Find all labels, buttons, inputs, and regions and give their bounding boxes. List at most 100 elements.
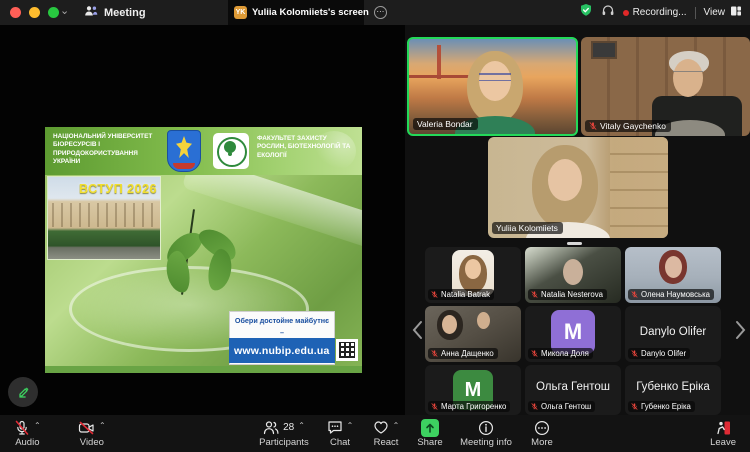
participant-name-label: Vitaly Gaychenko: [585, 120, 671, 132]
participant-name: Natalia Nesterova: [541, 290, 603, 299]
divider: [695, 7, 696, 19]
gallery-prev-button[interactable]: [409, 315, 425, 345]
participants-label: Participants: [259, 437, 309, 448]
gallery-tile-marta-hryhorenko[interactable]: M Марта Григоренко: [425, 365, 521, 415]
video-options-chevron[interactable]: ⌃: [99, 421, 106, 430]
video-button[interactable]: ⌃ Video: [78, 419, 106, 448]
heart-icon: [373, 420, 389, 435]
chevron-left-icon: [412, 320, 423, 340]
gallery-next-button[interactable]: [732, 315, 748, 345]
gallery-tile-olena-naumovska[interactable]: Олена Наумовська: [625, 247, 721, 303]
building-windows: [52, 203, 156, 227]
meeting-info-button[interactable]: Meeting info: [450, 419, 522, 448]
gallery-tile-anna-dashchenko[interactable]: Анна Дащенко: [425, 306, 521, 362]
participant-name: Vitaly Gaychenko: [600, 121, 666, 131]
participant-video: [665, 256, 682, 278]
gallery-tile-danylo-olifer[interactable]: Danylo Olifer Danylo Olifer: [625, 306, 721, 362]
participant-name-label: Марта Григоренко: [428, 401, 510, 412]
room-background: [610, 137, 668, 238]
close-window-button[interactable]: [10, 7, 21, 18]
leave-door-icon: [715, 420, 732, 436]
share-button[interactable]: Share: [410, 419, 450, 448]
campus-building-photo: ВСТУП 2026: [48, 177, 160, 259]
participant-name: Danylo Olifer: [641, 349, 686, 358]
headphones-icon: [601, 4, 615, 22]
participants-group-icon: [84, 5, 98, 20]
participant-name: Ольга Гентош: [541, 402, 591, 411]
meeting-info-label: Meeting info: [460, 437, 512, 448]
muted-mic-icon: [631, 291, 638, 298]
muted-mic-icon: [631, 350, 638, 357]
minimize-window-button[interactable]: [29, 7, 40, 18]
tab-shared-screen[interactable]: YK Yuliia Kolomiiets's screen ⋯: [228, 0, 364, 25]
recording-indicator: Recording...: [623, 7, 687, 18]
video-tile-vitaly-gaychenko[interactable]: Vitaly Gaychenko: [581, 37, 750, 136]
chevron-right-icon: [735, 320, 746, 340]
participant-name-label: Yuliia Kolomiiets: [492, 222, 563, 234]
annotate-button[interactable]: [8, 377, 38, 407]
participant-name-label: Natalia Nesterova: [528, 289, 607, 300]
muted-mic-icon: [531, 403, 538, 410]
chat-options-chevron[interactable]: ⌃: [347, 421, 354, 430]
zoom-meeting-window: ⌄ Meeting YK Yuliia Kolomiiets's screen …: [0, 0, 750, 452]
view-button[interactable]: View: [704, 5, 743, 20]
presentation-slide: НАЦІОНАЛЬНИЙ УНІВЕРСИТЕТ БІОРЕСУРСІВ І П…: [45, 127, 362, 373]
video-tile-yuliia-kolomiiets[interactable]: Yuliia Kolomiiets: [488, 137, 668, 238]
chat-button[interactable]: ⌃ Chat: [318, 419, 362, 448]
qr-code: [336, 339, 358, 361]
participants-options-chevron[interactable]: ⌃: [298, 421, 305, 430]
muted-mic-icon: [431, 350, 438, 357]
chat-label: Chat: [330, 437, 350, 448]
video-tile-valeria-bondar[interactable]: Valeria Bondar: [407, 37, 578, 136]
security-shield-icon[interactable]: [579, 3, 593, 22]
virtual-background: [437, 45, 441, 79]
pencil-icon: [15, 384, 31, 400]
screen-tab-label: Yuliia Kolomiiets's screen: [252, 7, 369, 18]
tab-options-button[interactable]: ⋯: [374, 6, 387, 19]
react-button[interactable]: ⌃ React: [362, 419, 410, 448]
gallery-drag-handle[interactable]: [567, 242, 582, 245]
share-screen-icon: [421, 419, 439, 437]
leave-label: Leave: [710, 437, 736, 448]
tab-meeting[interactable]: Meeting: [84, 0, 146, 25]
audio-options-chevron[interactable]: ⌃: [34, 421, 41, 430]
meeting-content: НАЦІОНАЛЬНИЙ УНІВЕРСИТЕТ БІОРЕСУРСІВ І П…: [0, 25, 750, 415]
participant-video: [477, 312, 490, 329]
screen-tab-initials-badge: YK: [234, 6, 247, 19]
leave-button[interactable]: Leave: [710, 419, 736, 448]
gallery-tile-mykola-dolia[interactable]: M Микола Доля: [525, 306, 621, 362]
participant-name: Марта Григоренко: [441, 402, 506, 411]
participant-name: Valeria Bondar: [417, 119, 473, 129]
muted-mic-icon: [531, 291, 538, 298]
react-label: React: [374, 437, 399, 448]
chevron-down-icon[interactable]: ⌄: [60, 4, 69, 17]
participant-name-label: Valeria Bondar: [413, 118, 478, 130]
participant-name-label: Danylo Olifer: [628, 348, 690, 359]
glasses: [673, 71, 703, 78]
titlebar: ⌄ Meeting YK Yuliia Kolomiiets's screen …: [0, 0, 750, 25]
recording-label: Recording...: [633, 7, 687, 18]
faculty-name: ФАКУЛЬТЕТ ЗАХИСТУ РОСЛИН, БІОТЕХНОЛОГІЙ …: [257, 135, 357, 160]
gallery-tile-hubenko-erika[interactable]: Губенко Еріка Губенко Еріка: [625, 365, 721, 415]
participant-name: Губенко Еріка: [641, 402, 691, 411]
participant-video: [563, 259, 583, 285]
video-panel: Valeria Bondar Vitaly Gaychenko: [405, 25, 750, 415]
participant-name: Yuliia Kolomiiets: [496, 223, 558, 233]
chat-icon: [327, 420, 343, 435]
faculty-tree-logo: [213, 133, 249, 169]
info-icon: [478, 420, 494, 436]
gallery-tile-natalia-nesterova[interactable]: Natalia Nesterova: [525, 247, 621, 303]
audio-button[interactable]: ⌃ Audio: [14, 419, 41, 448]
more-button[interactable]: More: [522, 419, 562, 448]
participants-button[interactable]: 28 ⌃ Participants: [252, 419, 316, 448]
meeting-toolbar: ⌃ Audio ⌃ Video 28 ⌃ Participants ⌃: [0, 415, 750, 452]
react-options-chevron[interactable]: ⌃: [393, 421, 400, 430]
gallery-tile-olha-hentosh[interactable]: Ольга Гентош Ольга Гентош: [525, 365, 621, 415]
titlebar-status: Recording... View: [579, 0, 742, 25]
participants-icon: [263, 420, 279, 435]
participant-video: [548, 159, 582, 201]
gallery-tile-natalia-batrak[interactable]: Natalia Batrak: [425, 247, 521, 303]
participant-name-label: Микола Доля: [528, 348, 593, 359]
participant-name-label: Natalia Batrak: [428, 289, 494, 300]
zoom-window-button[interactable]: [48, 7, 59, 18]
